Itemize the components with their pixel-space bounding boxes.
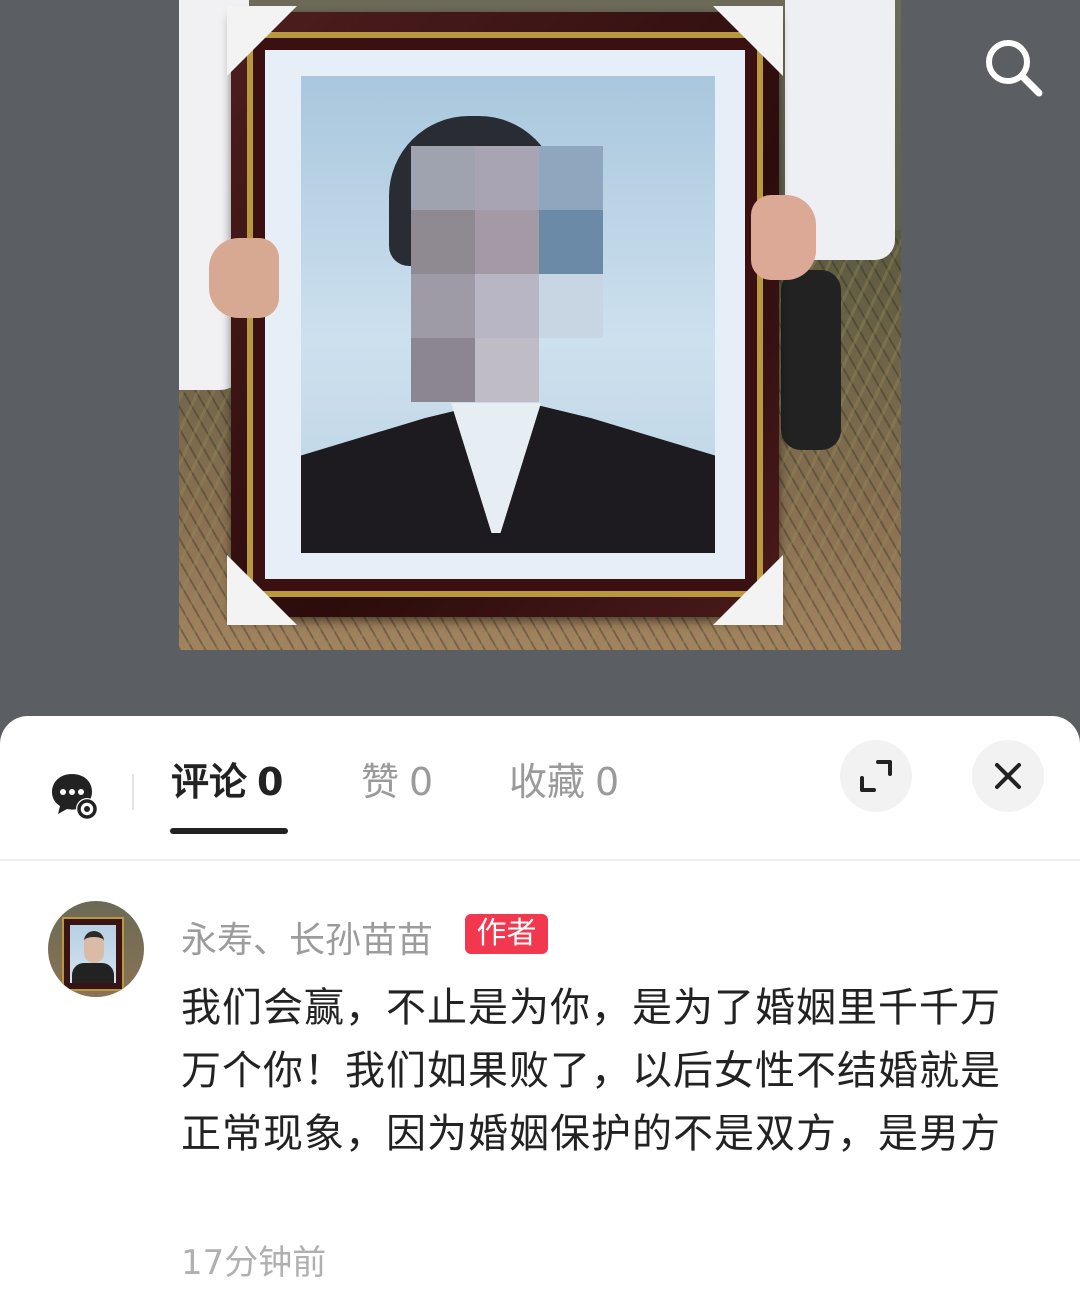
comment-settings-button[interactable] <box>50 772 100 822</box>
search-icon <box>986 40 1043 97</box>
tab-likes[interactable]: 赞0 <box>361 752 433 812</box>
dark-clothing <box>781 270 841 450</box>
expand-button[interactable] <box>840 740 912 812</box>
avatar[interactable] <box>48 901 144 997</box>
close-button[interactable] <box>972 740 1044 812</box>
tab-favorites[interactable]: 收藏 0 <box>509 752 619 812</box>
expand-icon <box>860 760 892 792</box>
mosaic-blur <box>411 146 603 406</box>
tab-likes-label: 赞 <box>361 760 400 804</box>
comments-tab-bar: 评论 0 赞0 收藏 0 <box>0 716 1080 861</box>
search-button[interactable] <box>976 30 1052 106</box>
hand-right <box>751 195 816 280</box>
hand-left <box>209 238 279 318</box>
tab-favorites-count: 0 <box>595 760 620 804</box>
blurred-portrait <box>301 76 715 553</box>
author-badge: 作者 <box>465 914 548 954</box>
comments-sheet: 评论 0 赞0 收藏 0 永寿、长孙苗苗 作者 我们会赢，不止是为你，是为了婚姻… <box>0 716 1080 1289</box>
comment-item[interactable]: 永寿、长孙苗苗 作者 我们会赢，不止是为你，是为了婚姻里千千万万个你！我们如果败… <box>0 859 1080 1289</box>
tab-comments-label: 评论 <box>171 760 248 804</box>
post-image-viewer <box>0 0 1080 730</box>
tab-favorites-label: 收藏 <box>509 760 586 804</box>
comment-username[interactable]: 永寿、长孙苗苗 <box>181 911 433 963</box>
comment-text: 我们会赢，不止是为你，是为了婚姻里千千万万个你！我们如果败了，以后女性不结婚就是… <box>181 985 1001 1157</box>
post-photo[interactable] <box>179 0 901 650</box>
comment-timestamp: 17分钟前 <box>181 1243 327 1283</box>
tab-comments[interactable]: 评论 0 <box>171 752 283 812</box>
chat-settings-icon <box>52 774 98 820</box>
active-tab-indicator <box>170 828 288 834</box>
memorial-portrait-frame <box>227 6 783 625</box>
tab-comments-count: 0 <box>257 760 284 804</box>
tab-divider <box>132 774 134 810</box>
close-icon <box>995 763 1021 789</box>
tab-likes-count: 0 <box>409 760 434 804</box>
